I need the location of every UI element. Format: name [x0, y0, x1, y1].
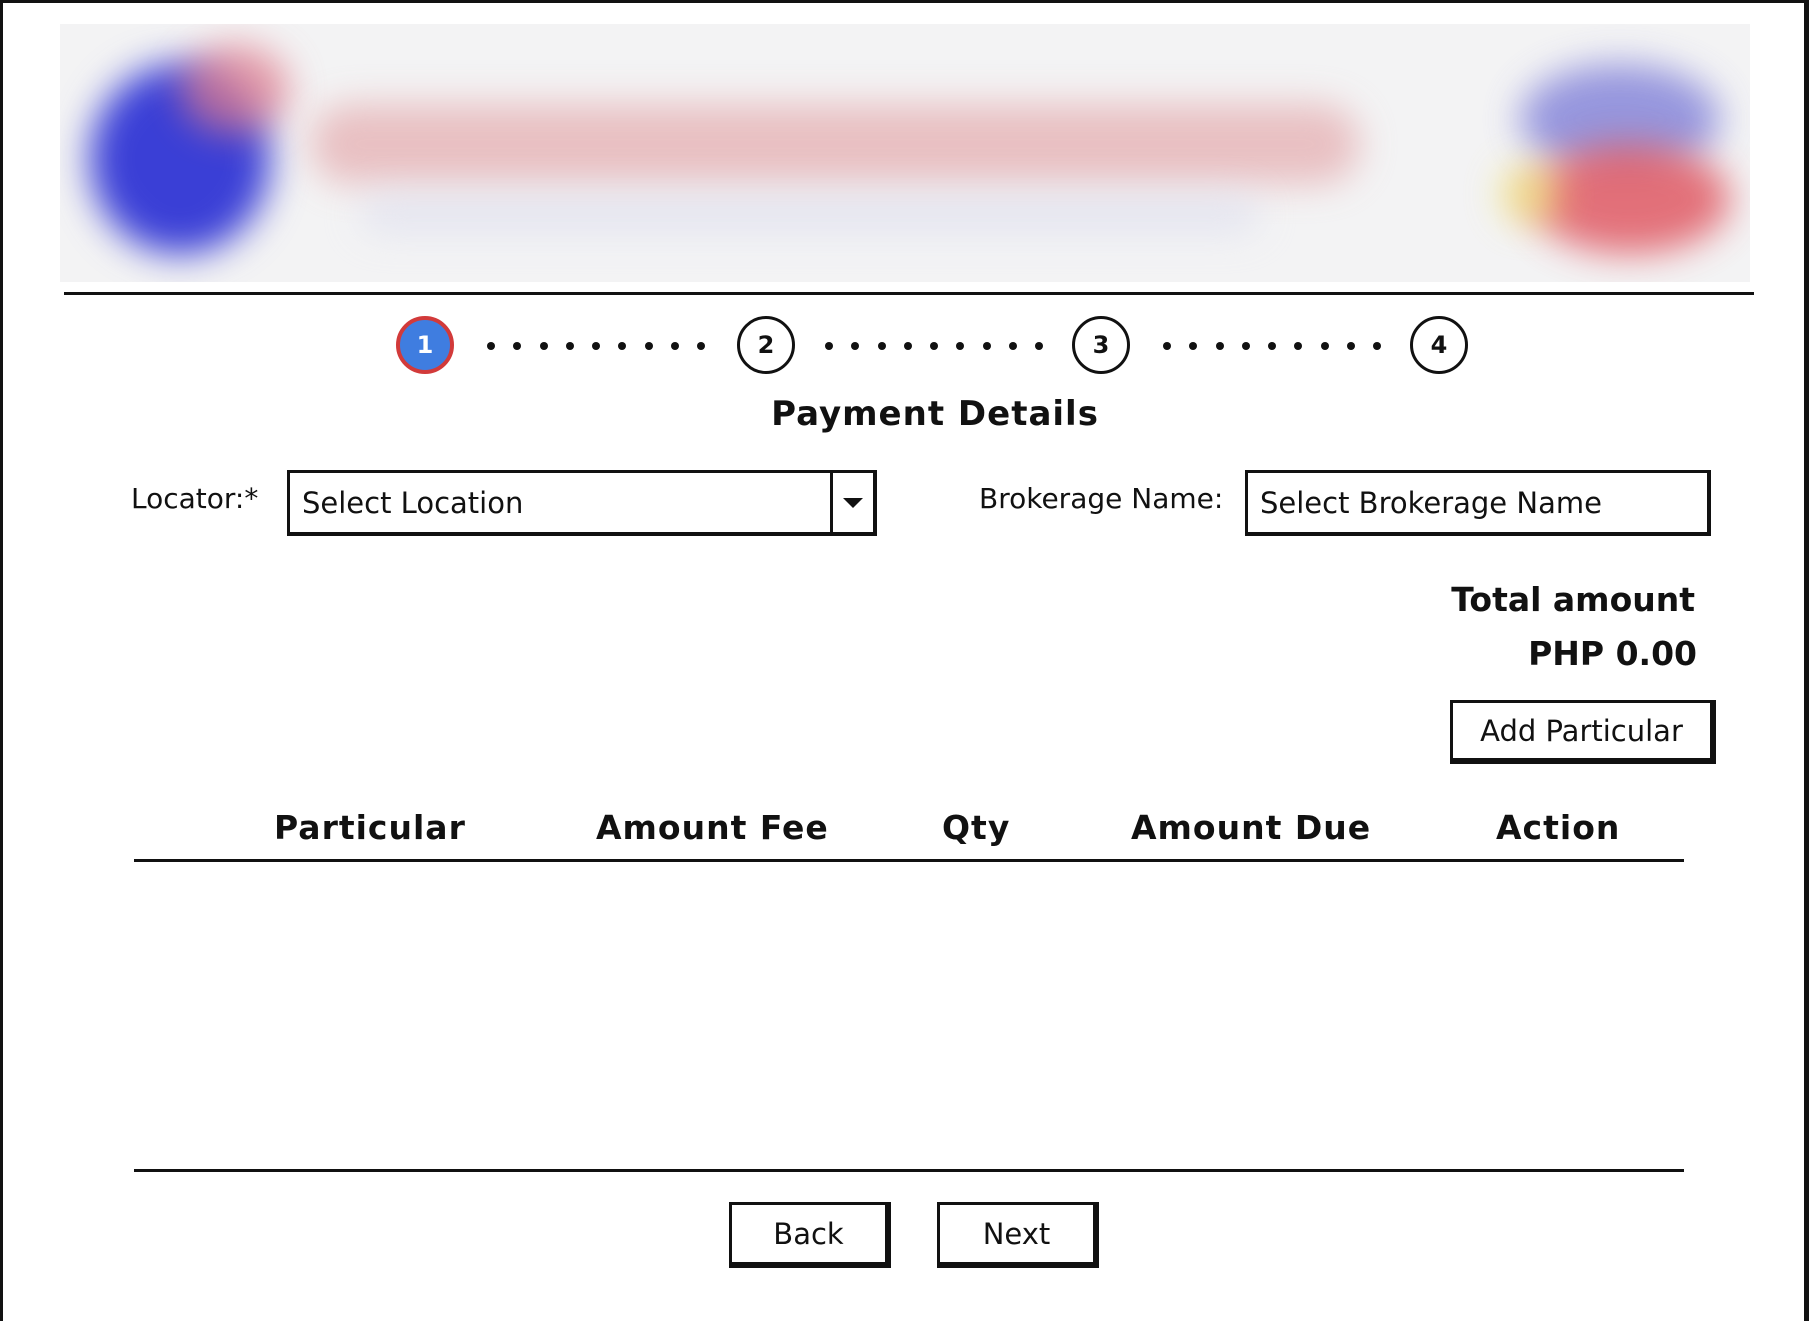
- step-2-indicator[interactable]: 2: [737, 316, 795, 374]
- column-header-qty: Qty: [942, 808, 1011, 847]
- brokerage-name-placeholder: Select Brokerage Name: [1260, 485, 1602, 520]
- step-1-label: 1: [416, 331, 434, 359]
- next-button[interactable]: Next: [937, 1202, 1099, 1268]
- column-header-action: Action: [1496, 808, 1621, 847]
- locator-select-value: Select Location: [302, 485, 524, 520]
- brokerage-name-input[interactable]: Select Brokerage Name: [1245, 470, 1711, 536]
- table-header-divider: [134, 859, 1684, 862]
- table-body: [134, 864, 1684, 1164]
- locator-label: Locator:*: [131, 482, 259, 515]
- back-button[interactable]: Back: [729, 1202, 891, 1268]
- step-connector-1: [487, 342, 705, 350]
- step-connector-2: [825, 342, 1043, 350]
- step-4-indicator[interactable]: 4: [1410, 316, 1468, 374]
- column-header-amount-fee: Amount Fee: [596, 808, 829, 847]
- step-2-label: 2: [757, 331, 775, 359]
- table-footer-divider: [134, 1169, 1684, 1172]
- step-3-indicator[interactable]: 3: [1072, 316, 1130, 374]
- step-4-label: 4: [1430, 331, 1448, 359]
- total-amount-value: PHP 0.00: [1528, 634, 1697, 673]
- add-particular-button[interactable]: Add Particular: [1450, 700, 1716, 764]
- column-header-amount-due: Amount Due: [1131, 808, 1372, 847]
- header-banner-image: [60, 24, 1750, 282]
- total-amount-label: Total amount: [1451, 580, 1695, 619]
- locator-select[interactable]: Select Location: [287, 470, 877, 536]
- column-header-particular: Particular: [274, 808, 466, 847]
- locator-dropdown-button[interactable]: [830, 473, 873, 532]
- header-divider: [64, 292, 1754, 295]
- step-3-label: 3: [1092, 331, 1110, 359]
- chevron-down-icon: [843, 497, 863, 508]
- page-title: Payment Details: [771, 394, 1099, 434]
- step-connector-3: [1163, 342, 1381, 350]
- step-1-indicator[interactable]: 1: [396, 316, 454, 374]
- brokerage-name-label: Brokerage Name:: [979, 482, 1224, 515]
